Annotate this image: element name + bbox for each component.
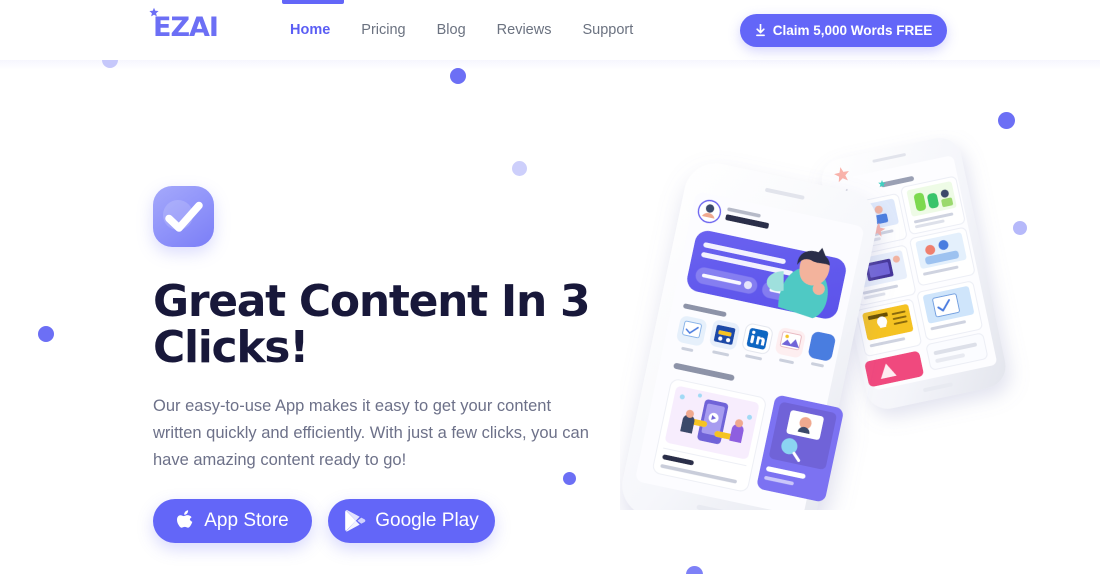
- star-icon: [149, 7, 159, 17]
- store-buttons: App Store Google Play: [153, 498, 603, 543]
- nav-item-pricing[interactable]: Pricing: [361, 22, 424, 38]
- brand-logo-text: EZAI: [153, 12, 219, 43]
- nav-item-home[interactable]: Home: [290, 22, 349, 38]
- dot-8: [686, 566, 703, 574]
- claim-words-button-label: Claim 5,000 Words FREE: [772, 23, 933, 38]
- nav-item-reviews[interactable]: Reviews: [497, 22, 571, 38]
- dot-2: [450, 68, 466, 84]
- dot-3: [998, 112, 1015, 129]
- landing-page: EZAI Home Pricing Blog Reviews Support C…: [0, 0, 1100, 574]
- brand-logo[interactable]: EZAI: [149, 7, 219, 43]
- hero-subtext: Our easy-to-use App makes it easy to get…: [153, 397, 589, 469]
- google-play-button-label: Google Play: [375, 509, 479, 531]
- nav-item-support[interactable]: Support: [582, 22, 652, 38]
- app-phone-mockup: [620, 130, 1060, 510]
- nav-item-blog[interactable]: Blog: [437, 22, 485, 38]
- claim-words-button[interactable]: Claim 5,000 Words FREE: [740, 14, 947, 47]
- download-arrow-icon: [755, 24, 765, 37]
- app-store-button-label: App Store: [204, 509, 289, 531]
- active-tab-indicator: [282, 0, 344, 4]
- checkmark-icon: [165, 201, 203, 232]
- apple-icon: [177, 510, 193, 528]
- hero-content: Great Content In 3 Clicks! Our easy-to-u…: [153, 186, 603, 543]
- google-play-button[interactable]: Google Play: [328, 498, 495, 543]
- google-play-icon: [345, 509, 366, 532]
- page-title: Great Content In 3 Clicks!: [153, 276, 591, 374]
- dot-6: [38, 326, 54, 342]
- phone-mockup-illustration: [622, 137, 1006, 510]
- dot-4: [512, 161, 527, 176]
- main-navigation: Home Pricing Blog Reviews Support: [290, 0, 664, 60]
- site-header: EZAI Home Pricing Blog Reviews Support C…: [0, 0, 1100, 60]
- app-store-button[interactable]: App Store: [153, 498, 312, 543]
- checkmark-app-icon: [153, 186, 214, 247]
